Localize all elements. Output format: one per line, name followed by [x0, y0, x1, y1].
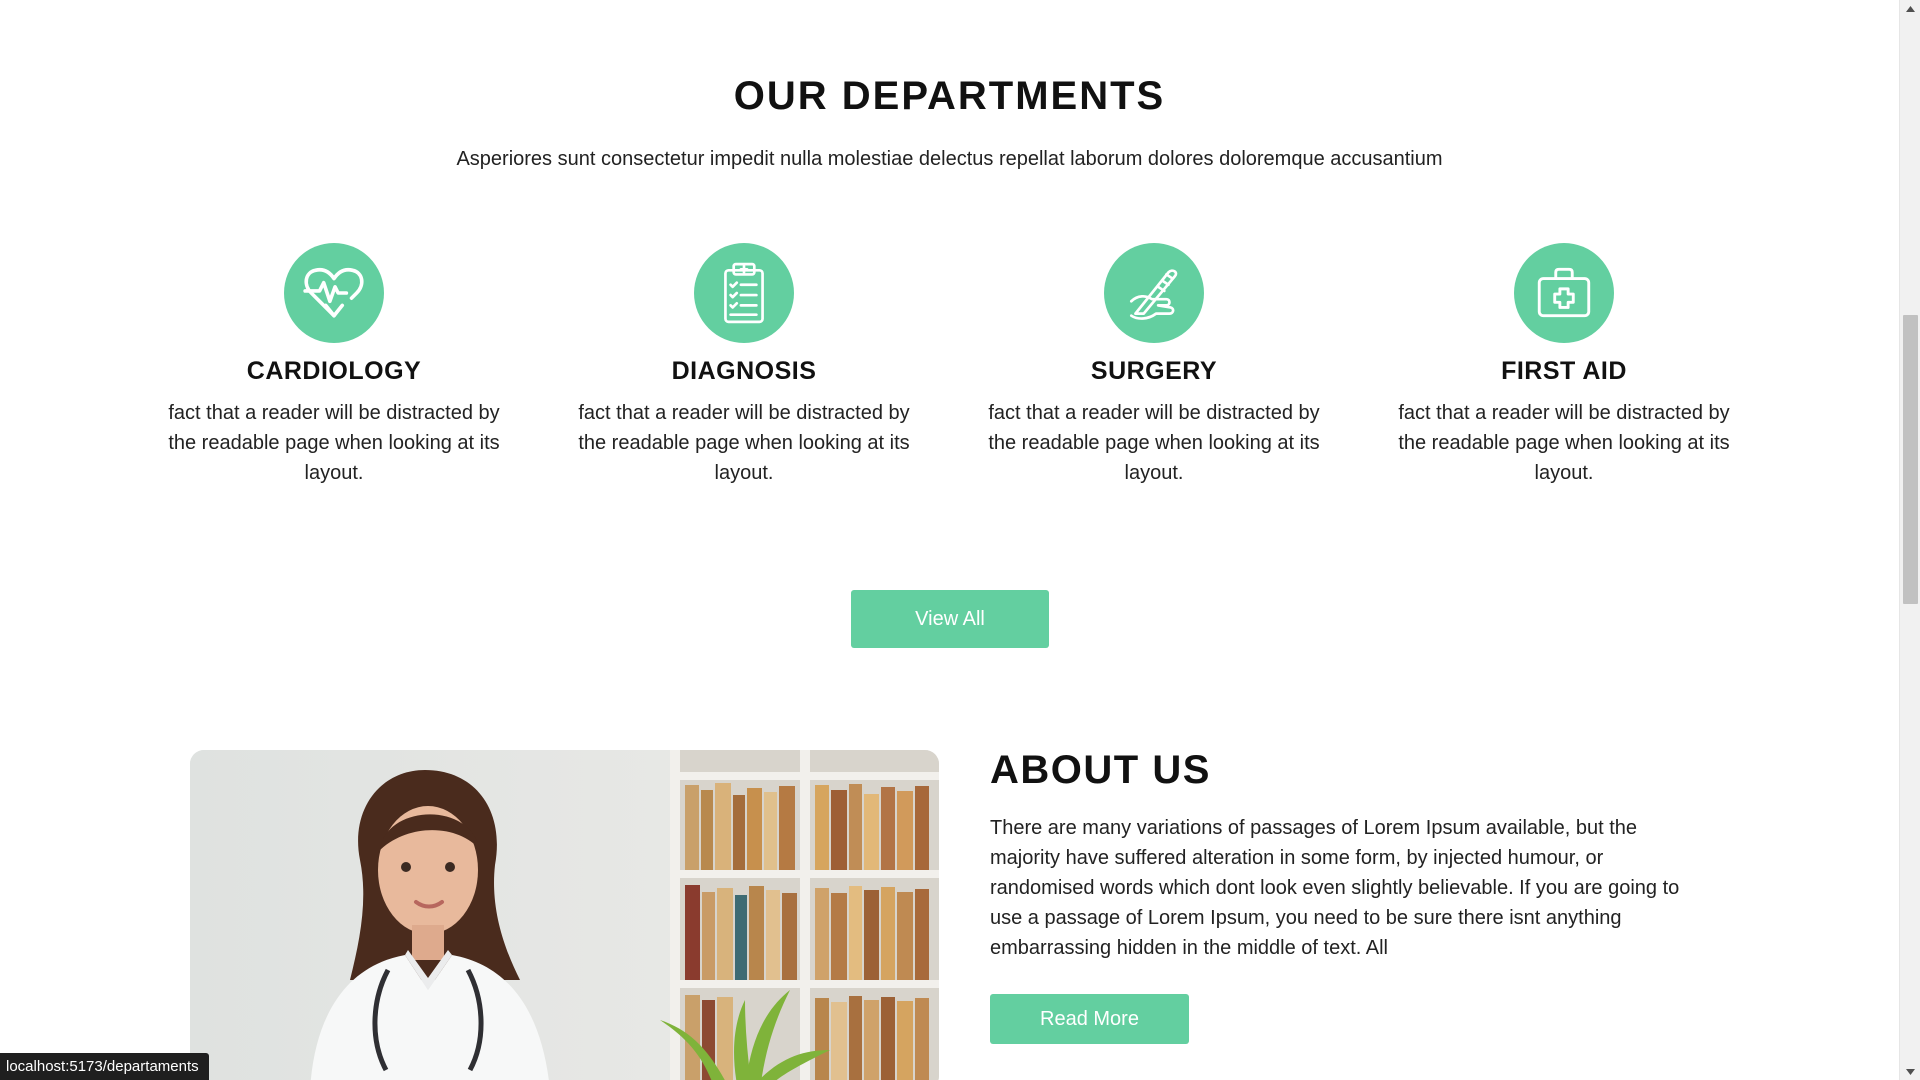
departments-subtitle: Asperiores sunt consectetur impedit null… — [456, 148, 1443, 170]
clipboard-checklist-icon — [694, 243, 794, 343]
doctor-photo — [190, 750, 939, 1080]
status-bar-url: localhost:5173/departaments — [0, 1053, 209, 1080]
department-card-diagnosis: DIAGNOSIS fact that a reader will be dis… — [574, 243, 914, 488]
department-name: SURGERY — [1090, 357, 1218, 385]
department-description: fact that a reader will be distracted by… — [1398, 402, 1730, 484]
doctor-photo-illustration — [190, 750, 939, 1080]
about-description: There are many variations of passages of… — [990, 817, 1680, 959]
department-description: fact that a reader will be distracted by… — [578, 402, 910, 484]
read-more-button[interactable]: Read More — [990, 994, 1189, 1044]
departments-title: OUR DEPARTMENTS — [733, 74, 1166, 118]
first-aid-kit-icon — [1514, 243, 1614, 343]
vertical-scrollbar[interactable] — [1899, 0, 1920, 1080]
heart-pulse-icon — [284, 243, 384, 343]
department-card-surgery: SURGERY fact that a reader will be distr… — [984, 243, 1324, 488]
department-name: DIAGNOSIS — [671, 357, 817, 385]
departments-grid: CARDIOLOGY fact that a reader will be di… — [0, 243, 1899, 503]
scroll-up-arrow-icon[interactable] — [1900, 0, 1920, 17]
scalpel-hand-icon — [1104, 243, 1204, 343]
department-description: fact that a reader will be distracted by… — [168, 402, 500, 484]
department-name: CARDIOLOGY — [246, 357, 422, 385]
page: OUR DEPARTMENTS Asperiores sunt consecte… — [0, 0, 1899, 1080]
department-card-cardiology: CARDIOLOGY fact that a reader will be di… — [164, 243, 504, 488]
department-name: FIRST AID — [1501, 357, 1627, 385]
scrollbar-thumb[interactable] — [1903, 315, 1918, 604]
view-all-button[interactable]: View All — [851, 590, 1049, 648]
department-description: fact that a reader will be distracted by… — [988, 402, 1320, 484]
scroll-down-arrow-icon[interactable] — [1900, 1063, 1920, 1080]
about-title: ABOUT US — [990, 748, 1211, 792]
department-card-first-aid: FIRST AID fact that a reader will be dis… — [1394, 243, 1734, 488]
